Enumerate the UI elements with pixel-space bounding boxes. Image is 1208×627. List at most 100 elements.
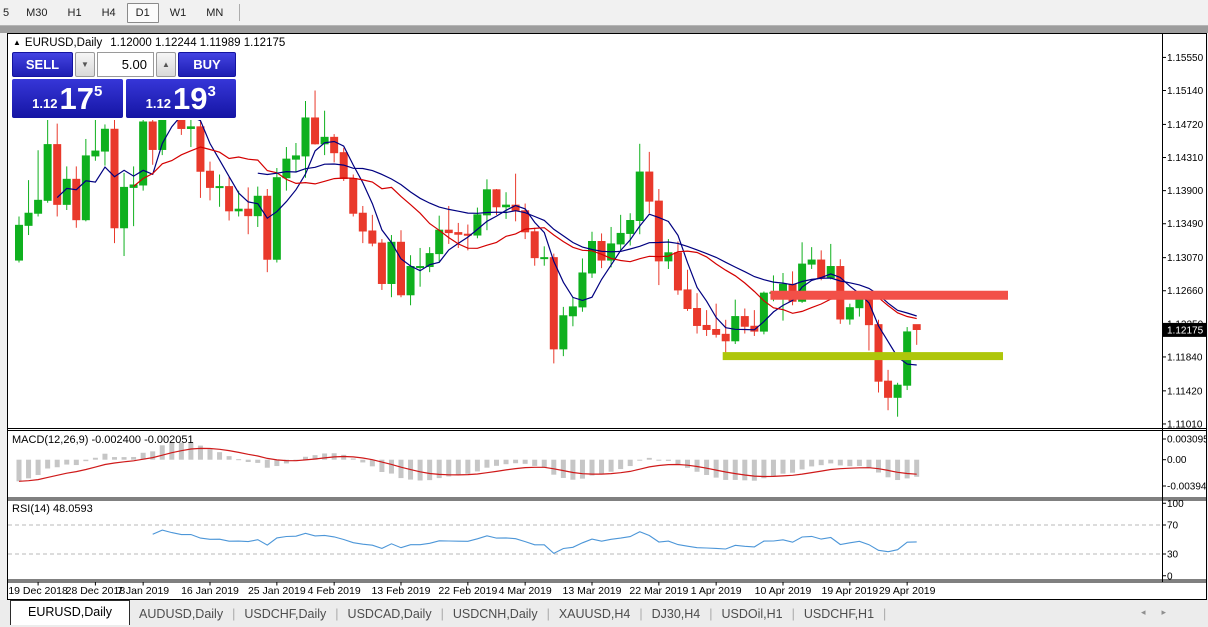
candle-body (111, 129, 118, 227)
macd-histogram-bar (656, 460, 661, 461)
timeframe-button-h1[interactable]: H1 (59, 3, 91, 23)
buy-price-tile[interactable]: 1.12 19 3 (126, 79, 237, 118)
candle-body (407, 267, 414, 295)
macd-histogram-bar (55, 460, 60, 468)
macd-histogram-bar (484, 460, 489, 468)
pane-separator (8, 498, 1206, 499)
timeframe-button-5[interactable]: 5 (0, 3, 15, 23)
macd-histogram-bar (599, 460, 604, 474)
candle-body (560, 316, 567, 349)
price-axis-label: 1.12660 (1167, 286, 1204, 297)
macd-histogram-bar (532, 460, 537, 466)
price-axis-label: 1.13070 (1167, 253, 1204, 264)
macd-axis-label: 0.003095 (1167, 435, 1206, 446)
macd-histogram-bar (64, 460, 69, 465)
candle-body (569, 307, 576, 316)
rsi-axis-label: 30 (1167, 550, 1179, 561)
candle-body (684, 290, 691, 309)
macd-histogram-bar (761, 460, 766, 479)
macd-histogram-bar (551, 460, 556, 475)
candle-body (885, 381, 892, 397)
macd-histogram-bar (886, 460, 891, 478)
macd-histogram-bar (246, 460, 251, 462)
candle-body (455, 233, 462, 235)
timeframe-button-d1[interactable]: D1 (127, 3, 159, 23)
up-arrow-icon: ▲ (162, 60, 170, 69)
buy-price-base: 1.12 (146, 96, 171, 118)
macd-histogram-bar (513, 460, 518, 464)
candle-body (350, 179, 357, 214)
rsi-line (153, 530, 917, 553)
resistance-line[interactable] (770, 291, 1008, 300)
macd-histogram-bar (523, 460, 528, 464)
candle-body (216, 187, 223, 188)
buy-button[interactable]: BUY (178, 52, 236, 77)
macd-histogram-bar (866, 460, 871, 468)
timeframe-button-m30[interactable]: M30 (17, 3, 56, 23)
one-click-trade-panel: SELL ▼ 5.00 ▲ BUY 1.12 17 5 1.12 19 3 (10, 50, 238, 120)
macd-histogram-bar (322, 453, 327, 459)
macd-histogram-bar (102, 454, 107, 460)
macd-axis-label: 0.00 (1167, 455, 1187, 466)
current-price-value: 1.12175 (1167, 325, 1204, 336)
candle-body (197, 127, 204, 171)
candle-body (589, 241, 596, 272)
pane-separator (8, 428, 1206, 429)
tab-scroll-arrows[interactable]: ◂▸ (1141, 607, 1182, 618)
collapse-panel-icon[interactable]: ▲ (13, 38, 21, 47)
candle-body (550, 258, 557, 349)
candle-body (913, 325, 920, 330)
volume-input[interactable]: 5.00 (97, 52, 154, 77)
macd-histogram-bar (494, 460, 499, 466)
candle-body (140, 122, 147, 185)
macd-histogram-bar (26, 460, 31, 479)
chart-tab-usdchf-h1[interactable]: USDCHF,H1 (795, 604, 883, 624)
macd-histogram-bar (847, 460, 852, 466)
macd-histogram-bar (828, 460, 833, 464)
chart-tab-audusd-daily[interactable]: AUDUSD,Daily (130, 604, 232, 624)
volume-increase-button[interactable]: ▲ (156, 52, 176, 77)
chart-tab-xauusd-h4[interactable]: XAUUSD,H4 (550, 604, 640, 624)
candle-body (417, 267, 424, 268)
macd-histogram-bar (475, 460, 480, 472)
candle-body (149, 122, 156, 149)
macd-histogram-bar (809, 460, 814, 467)
date-axis-label: 29 Apr 2019 (879, 585, 936, 597)
candle-body (579, 273, 586, 307)
chart-tab-usdoil-h1[interactable]: USDOil,H1 (713, 604, 792, 624)
timeframe-button-h4[interactable]: H4 (93, 3, 125, 23)
sell-price-base: 1.12 (32, 96, 57, 118)
timeframe-button-mn[interactable]: MN (197, 3, 232, 23)
rsi-indicator-label: RSI(14) 48.0593 (12, 503, 93, 515)
tab-separator: | (883, 607, 886, 621)
buy-price-pips: 19 (173, 80, 207, 117)
chart-tab-usdchf-daily[interactable]: USDCHF,Daily (235, 604, 335, 624)
chart-tab-usdcad-daily[interactable]: USDCAD,Daily (339, 604, 441, 624)
candle-body (894, 385, 901, 397)
candle-body (92, 151, 99, 156)
sell-button[interactable]: SELL (12, 52, 73, 77)
macd-histogram-bar (45, 460, 50, 469)
chart-tab-dj30-h4[interactable]: DJ30,H4 (643, 604, 710, 624)
candle-body (73, 179, 80, 219)
macd-histogram-bar (800, 460, 805, 470)
buy-price-point: 3 (207, 79, 215, 100)
candle-body (741, 317, 748, 327)
sell-price-tile[interactable]: 1.12 17 5 (12, 79, 123, 118)
support-line[interactable] (723, 352, 1003, 360)
candle-body (541, 258, 548, 259)
candle-body (378, 243, 385, 283)
macd-histogram-bar (36, 460, 41, 475)
timeframe-button-w1[interactable]: W1 (161, 3, 196, 23)
macd-histogram-bar (781, 460, 786, 474)
date-axis-label: 4 Mar 2019 (499, 585, 552, 597)
candle-body (273, 178, 280, 260)
down-arrow-icon: ▼ (81, 60, 89, 69)
macd-histogram-bar (74, 460, 79, 465)
macd-histogram-bar (905, 460, 910, 479)
macd-histogram-bar (618, 460, 623, 469)
date-axis-label: 19 Apr 2019 (822, 585, 879, 597)
chart-tab-eurusd-daily[interactable]: EURUSD,Daily (10, 600, 130, 625)
chart-tab-usdcnh-daily[interactable]: USDCNH,Daily (444, 604, 547, 624)
volume-decrease-button[interactable]: ▼ (75, 52, 95, 77)
